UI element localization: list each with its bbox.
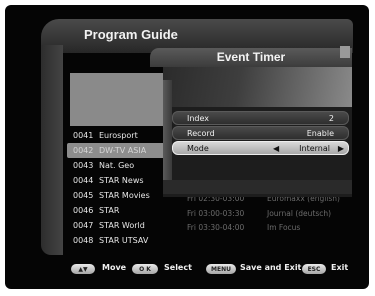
index-field[interactable]: Index 2	[172, 111, 349, 125]
index-value: 2	[328, 113, 334, 123]
dialog-footer	[163, 180, 352, 194]
save-exit-label: Save and Exit	[240, 263, 302, 272]
mode-field[interactable]: Mode ◀ Internal ▶	[172, 141, 349, 155]
video-preview	[70, 73, 178, 126]
updown-key-icon: ▲▼	[71, 264, 95, 274]
channel-row[interactable]: 0046 STAR	[67, 203, 179, 218]
menu-key-icon: MENU	[206, 264, 236, 274]
dialog-banner	[163, 67, 352, 107]
page-title: Program Guide	[84, 27, 178, 42]
dialog-title: Event Timer	[216, 50, 286, 64]
record-field[interactable]: Record Enable	[172, 126, 349, 140]
mode-value: Internal	[299, 143, 330, 153]
mode-label: Mode	[187, 143, 209, 153]
program-row[interactable]: Fri 03:30-04:00 Im Focus	[187, 223, 357, 238]
record-value: Enable	[306, 128, 334, 138]
ok-key-icon: O K	[132, 264, 158, 274]
esc-key-icon: ESC	[302, 264, 326, 274]
left-frame	[41, 45, 63, 255]
dialog-side	[163, 80, 172, 185]
channel-row[interactable]: 0048 STAR UTSAV	[67, 233, 179, 248]
select-label: Select	[164, 263, 192, 272]
program-row[interactable]: Fri 03:00-03:30 Journal (deutsch)	[187, 209, 357, 224]
record-label: Record	[187, 128, 215, 138]
channel-row[interactable]: 0047 STAR World	[67, 218, 179, 233]
exit-label: Exit	[331, 263, 349, 272]
arrow-right-icon[interactable]: ▶	[338, 144, 344, 153]
index-label: Index	[187, 113, 210, 123]
program-list: Fri 02:30-03:00 Euromaxx (english) Fri 03…	[187, 194, 357, 238]
arrow-left-icon[interactable]: ◀	[273, 144, 279, 153]
move-label: Move	[102, 263, 127, 272]
help-bar: ▲▼ Move O K Select MENU Save and Exit ES…	[66, 262, 366, 278]
